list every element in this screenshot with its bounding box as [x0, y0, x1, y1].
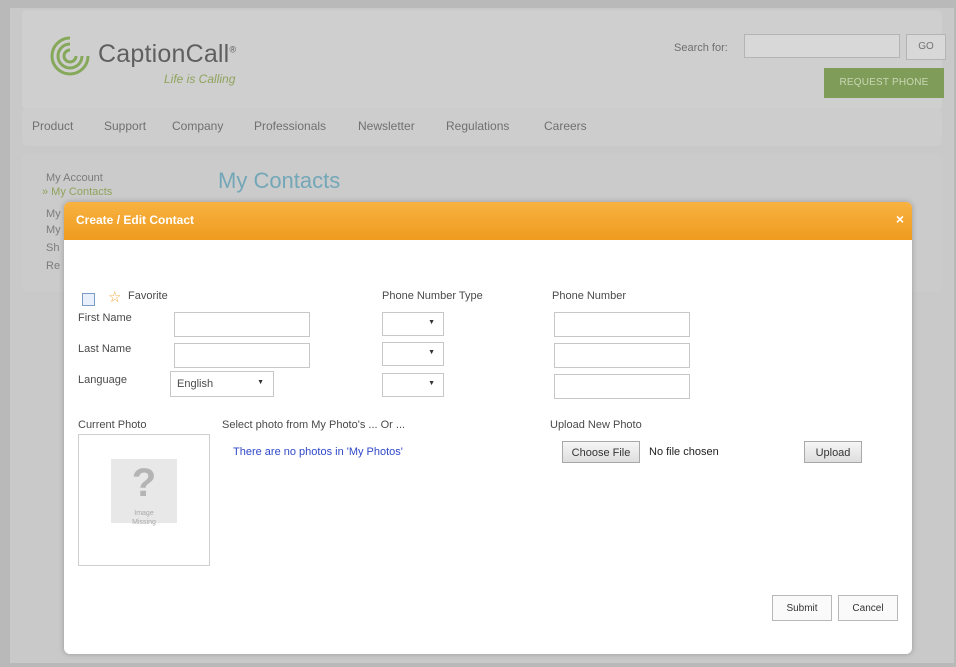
phone-type-select-1[interactable]: ▼ [382, 312, 444, 336]
favorite-label: Favorite [128, 290, 168, 302]
image-missing-placeholder: ? Image Missing [111, 459, 177, 526]
phone-type-select-2[interactable]: ▼ [382, 342, 444, 366]
logo-trademark: ® [229, 44, 237, 55]
no-photos-message: There are no photos in 'My Photos' [233, 446, 403, 458]
cancel-button[interactable]: Cancel [838, 595, 898, 621]
sidebar-item-5[interactable]: Sh [46, 242, 59, 254]
submit-button[interactable]: Submit [772, 595, 832, 621]
dialog-title: Create / Edit Contact [76, 213, 195, 227]
image-missing-caption: Image Missing [111, 509, 177, 527]
sidebar-item-6[interactable]: Re [46, 260, 60, 272]
phone-type-select-3[interactable]: ▼ [382, 373, 444, 397]
search-label: Search for: [674, 42, 728, 54]
nav-item-newsletter[interactable]: Newsletter [358, 119, 415, 133]
sidebar-item-3[interactable]: My [46, 208, 61, 220]
select-photo-label: Select photo from My Photo's ... Or ... [222, 419, 406, 431]
phone-number-input-3[interactable] [554, 374, 690, 399]
phone-type-header: Phone Number Type [382, 290, 483, 302]
first-name-input[interactable] [174, 312, 310, 337]
logo-tagline: Life is Calling [164, 72, 236, 86]
upload-new-photo-label: Upload New Photo [550, 419, 642, 431]
page-title: My Contacts [218, 168, 341, 193]
site-header: CaptionCall® Life is Calling Search for:… [22, 10, 946, 110]
nav-item-regulations[interactable]: Regulations [446, 119, 509, 133]
phone-number-input-2[interactable] [554, 343, 690, 368]
nav-item-professionals[interactable]: Professionals [254, 119, 326, 133]
dialog-header: Create / Edit Contact × [64, 202, 912, 240]
language-select[interactable]: English ▼ [170, 371, 274, 397]
sidebar-item-4[interactable]: My [46, 224, 61, 236]
last-name-input[interactable] [174, 343, 310, 368]
upload-button[interactable]: Upload [804, 441, 862, 463]
nav-item-support[interactable]: Support [104, 119, 146, 133]
sidebar-item-my-account[interactable]: My Account [46, 172, 103, 184]
nav-item-company[interactable]: Company [172, 119, 223, 133]
current-photo-label: Current Photo [78, 419, 147, 431]
go-button[interactable]: GO [906, 34, 946, 60]
question-mark-icon: ? [131, 461, 157, 505]
dropdown-arrow-icon: ▼ [428, 349, 435, 356]
caption-line-1: Image [134, 510, 154, 517]
star-icon: ☆ [108, 289, 122, 306]
nav-item-careers[interactable]: Careers [544, 119, 587, 133]
phone-number-header: Phone Number [552, 290, 626, 302]
request-phone-button[interactable]: REQUEST PHONE [824, 68, 944, 98]
last-name-label: Last Name [78, 343, 132, 355]
dropdown-arrow-icon: ▼ [428, 319, 435, 326]
favorite-checkbox[interactable] [82, 293, 95, 306]
phone-number-input-1[interactable] [554, 312, 690, 337]
captioncall-logo-icon [50, 36, 90, 76]
choose-file-button[interactable]: Choose File [562, 441, 640, 463]
search-input[interactable] [744, 34, 900, 58]
sidebar-item-my-contacts[interactable]: » My Contacts [42, 186, 112, 198]
language-label: Language [78, 374, 127, 386]
close-icon[interactable]: × [896, 211, 904, 227]
main-nav: Product Support Company Professionals Ne… [22, 108, 942, 146]
logo-text: CaptionCall® [98, 40, 237, 68]
first-name-label: First Name [78, 312, 132, 324]
caption-line-2: Missing [132, 519, 156, 526]
no-file-chosen-text: No file chosen [649, 446, 719, 458]
dropdown-arrow-icon: ▼ [428, 380, 435, 387]
dropdown-arrow-icon: ▼ [257, 379, 264, 386]
current-photo: ? Image Missing [78, 434, 210, 566]
nav-item-product[interactable]: Product [32, 119, 73, 133]
language-value: English [177, 378, 214, 390]
create-edit-contact-dialog: Create / Edit Contact × ☆ Favorite Phone… [64, 202, 912, 654]
